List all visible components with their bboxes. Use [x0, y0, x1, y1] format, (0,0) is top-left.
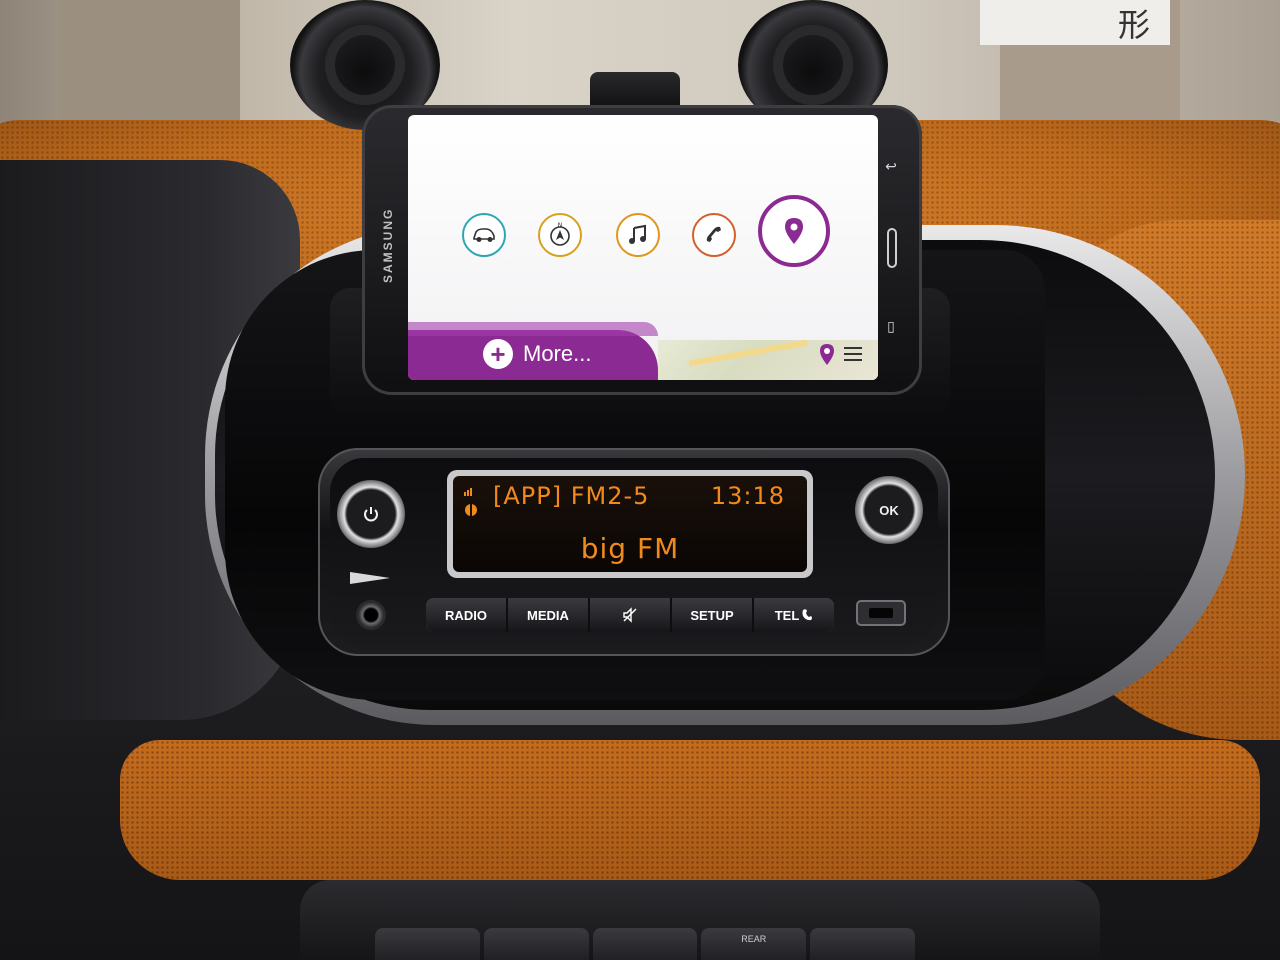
location-app-button[interactable]: [758, 195, 830, 267]
climate-button[interactable]: [375, 928, 480, 960]
phone-handset-icon: [706, 226, 721, 242]
media-button[interactable]: MEDIA: [508, 598, 590, 632]
music-note-icon: [629, 224, 646, 244]
phone-screen: N + More...: [408, 115, 878, 380]
recent-apps-icon[interactable]: ▯: [880, 318, 902, 340]
radio-display: [APP] FM2-5 13:18 big FM: [447, 470, 813, 578]
aux-input-jack[interactable]: [356, 600, 386, 630]
ok-label: OK: [879, 502, 899, 518]
radio-button[interactable]: RADIO: [426, 598, 508, 632]
radio-clock: 13:18: [710, 482, 785, 510]
phone-brand-label: SAMSUNG: [381, 207, 395, 283]
setup-button-label: SETUP: [690, 607, 734, 623]
climate-button[interactable]: [810, 928, 915, 960]
street-sign-character: 形: [1117, 6, 1150, 44]
mute-button[interactable]: [590, 598, 672, 632]
home-button[interactable]: [887, 228, 897, 268]
radio-button-row: RADIO MEDIA SETUP TEL: [426, 598, 834, 632]
music-app-button[interactable]: [616, 213, 660, 257]
radio-station-name: big FM: [580, 532, 680, 565]
signal-antenna-icon: [464, 488, 477, 516]
radio-lcd: [APP] FM2-5 13:18 big FM: [453, 476, 807, 572]
climate-button[interactable]: [483, 928, 589, 960]
radio-band-preset: [APP] FM2-5: [493, 482, 650, 510]
background-building: [60, 0, 240, 130]
dashboard-orange-mesh-lower: [120, 740, 1260, 880]
media-button-label: MEDIA: [527, 607, 569, 623]
rear-defrost-button[interactable]: REAR: [701, 928, 807, 960]
compass-icon: N: [550, 222, 570, 246]
hamburger-menu-icon[interactable]: [844, 347, 862, 361]
more-label: More...: [523, 341, 592, 366]
usb-port[interactable]: [856, 600, 906, 626]
setup-button[interactable]: SETUP: [672, 598, 754, 632]
plus-icon: +: [483, 339, 513, 369]
phone-handset-icon: [802, 609, 813, 621]
mute-icon: [623, 607, 637, 623]
car-dashboard-scene: 形 SAMSUNG ↩ ▯ N + More... OK [APP] FM2-5…: [0, 0, 1280, 960]
tel-button[interactable]: TEL: [754, 598, 834, 632]
location-pin-icon: [785, 218, 803, 244]
navigation-app-button[interactable]: N: [538, 213, 582, 257]
eject-mark: [350, 572, 390, 584]
map-pin-icon[interactable]: [818, 343, 836, 367]
car-icon: [473, 228, 495, 242]
svg-text:N: N: [558, 222, 563, 229]
power-icon: [364, 507, 378, 522]
phone-app-button[interactable]: [692, 213, 736, 257]
climate-button[interactable]: [592, 928, 698, 960]
radio-button-label: RADIO: [445, 607, 487, 623]
ok-knob[interactable]: OK: [855, 476, 923, 544]
app-icon-row: N: [428, 195, 868, 293]
more-button[interactable]: + More...: [483, 339, 591, 369]
car-app-button[interactable]: [462, 213, 506, 257]
climate-control-row: REAR: [375, 928, 915, 960]
back-icon[interactable]: ↩: [880, 158, 902, 180]
rear-label: REAR: [741, 934, 767, 944]
power-volume-knob[interactable]: [337, 480, 405, 548]
tel-button-label: TEL: [774, 607, 800, 623]
